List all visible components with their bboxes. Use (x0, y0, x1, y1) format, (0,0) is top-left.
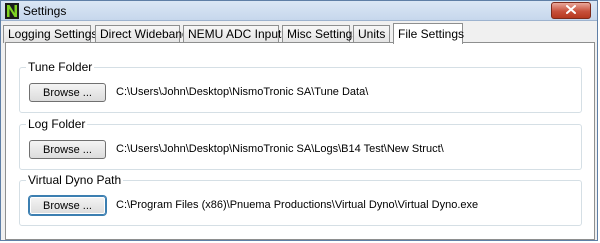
close-icon (566, 4, 576, 17)
tab-logging-settings[interactable]: Logging Settings (3, 25, 97, 43)
log-folder-label: Log Folder (26, 117, 88, 131)
nismotronic-n-icon (5, 3, 19, 19)
tune-folder-group: Tune Folder Browse ... C:\Users\John\Des… (19, 60, 582, 113)
tab-nemu-adc-inputs[interactable]: NEMU ADC Inputs (183, 25, 287, 43)
close-button[interactable] (551, 2, 591, 19)
tune-folder-label: Tune Folder (26, 60, 95, 74)
tab-bar: Logging Settings Direct Wideband NEMU AD… (3, 23, 597, 44)
tab-file-settings[interactable]: File Settings (393, 23, 464, 44)
log-folder-group: Log Folder Browse ... C:\Users\John\Desk… (19, 117, 582, 170)
file-settings-panel: Tune Folder Browse ... C:\Users\John\Des… (5, 42, 595, 240)
log-folder-browse-button[interactable]: Browse ... (29, 140, 106, 159)
settings-window: Settings Logging Settings Direct Wideban… (0, 0, 598, 241)
tab-units[interactable]: Units (353, 25, 390, 43)
tab-direct-wideband[interactable]: Direct Wideband (95, 25, 189, 43)
virtual-dyno-path: C:\Program Files (x86)\Pnuema Production… (116, 199, 479, 211)
virtual-dyno-browse-button[interactable]: Browse ... (29, 196, 106, 215)
tab-misc-settings[interactable]: Misc Settings (282, 25, 358, 43)
virtual-dyno-path-group: Virtual Dyno Path Browse ... C:\Program … (19, 173, 582, 226)
window-title: Settings (23, 4, 67, 18)
log-folder-path: C:\Users\John\Desktop\NismoTronic SA\Log… (116, 143, 444, 155)
tune-folder-browse-button[interactable]: Browse ... (29, 83, 106, 102)
title-bar: Settings (1, 1, 597, 21)
virtual-dyno-path-label: Virtual Dyno Path (26, 173, 124, 187)
tune-folder-path: C:\Users\John\Desktop\NismoTronic SA\Tun… (116, 86, 369, 98)
